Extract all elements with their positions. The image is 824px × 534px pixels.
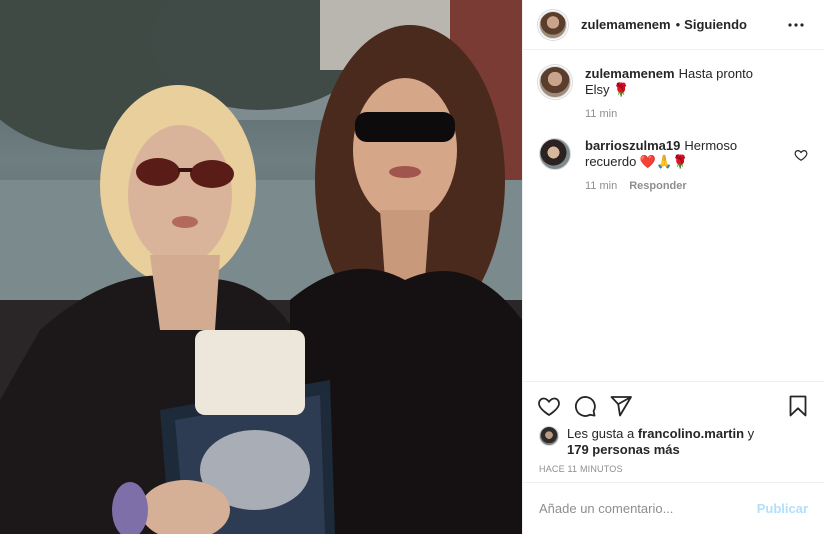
post-photo[interactable] bbox=[0, 0, 522, 534]
likes-summary: Les gusta a francolino.martin y 179 pers… bbox=[523, 426, 824, 458]
header-separator: • bbox=[675, 17, 681, 32]
comment-item: barrioszulma19 Hermoso recuerdo ❤️🙏🌹 11 m… bbox=[539, 138, 808, 194]
reply-button[interactable]: Responder bbox=[629, 178, 686, 194]
follow-status-button[interactable]: Siguiendo bbox=[684, 17, 747, 32]
comment-like-heart-icon[interactable] bbox=[794, 148, 808, 162]
comments-list: zulemamenem Hasta pronto Elsy 🌹 11 min ba… bbox=[523, 50, 824, 381]
comment-avatar[interactable] bbox=[539, 66, 571, 98]
author-username[interactable]: zulemamenem bbox=[581, 17, 671, 32]
post-side-panel: zulemamenem • Siguiendo zulemamenem Hasta… bbox=[522, 0, 824, 534]
comment-button[interactable] bbox=[573, 394, 597, 418]
liker-username[interactable]: francolino.martin bbox=[638, 426, 744, 441]
save-button[interactable] bbox=[786, 394, 810, 418]
comment-time: 11 min bbox=[585, 108, 618, 120]
comment-meta: 11 min Responder bbox=[585, 178, 780, 194]
add-comment-bar: Publicar bbox=[523, 482, 824, 534]
paper-plane-icon bbox=[610, 396, 632, 417]
comment-username[interactable]: barrioszulma19 bbox=[585, 138, 680, 153]
like-button[interactable] bbox=[537, 394, 561, 418]
post-timestamp[interactable]: Hace 11 minutos bbox=[523, 458, 824, 482]
more-options-button[interactable] bbox=[784, 13, 808, 37]
action-bar bbox=[523, 386, 824, 426]
liker-avatar[interactable] bbox=[539, 426, 559, 446]
comment-username[interactable]: zulemamenem bbox=[585, 66, 675, 81]
caption-comment: zulemamenem Hasta pronto Elsy 🌹 11 min bbox=[539, 66, 808, 122]
bookmark-icon bbox=[789, 395, 807, 417]
comment-input[interactable] bbox=[539, 501, 757, 516]
likes-others-count[interactable]: 179 personas más bbox=[567, 442, 680, 457]
comment-body: barrioszulma19 Hermoso recuerdo ❤️🙏🌹 11 m… bbox=[585, 138, 808, 194]
likes-prefix: Les gusta a bbox=[567, 426, 635, 441]
more-horizontal-icon bbox=[788, 22, 804, 27]
share-button[interactable] bbox=[609, 394, 633, 418]
instagram-post-modal: zulemamenem • Siguiendo zulemamenem Hasta… bbox=[0, 0, 824, 534]
publish-button[interactable]: Publicar bbox=[757, 501, 808, 516]
post-image bbox=[0, 0, 522, 534]
comment-avatar[interactable] bbox=[539, 138, 571, 170]
heart-icon bbox=[538, 397, 560, 417]
comment-bubble-icon bbox=[574, 396, 596, 417]
comment-body: zulemamenem Hasta pronto Elsy 🌹 11 min bbox=[585, 66, 808, 122]
likes-text: Les gusta a francolino.martin y 179 pers… bbox=[567, 426, 754, 458]
post-header: zulemamenem • Siguiendo bbox=[523, 0, 824, 50]
likes-suffix: y bbox=[747, 426, 755, 441]
author-avatar[interactable] bbox=[539, 10, 567, 39]
comment-time: 11 min bbox=[585, 180, 618, 192]
post-actions-area: Les gusta a francolino.martin y 179 pers… bbox=[523, 381, 824, 482]
comment-meta: 11 min bbox=[585, 106, 780, 122]
